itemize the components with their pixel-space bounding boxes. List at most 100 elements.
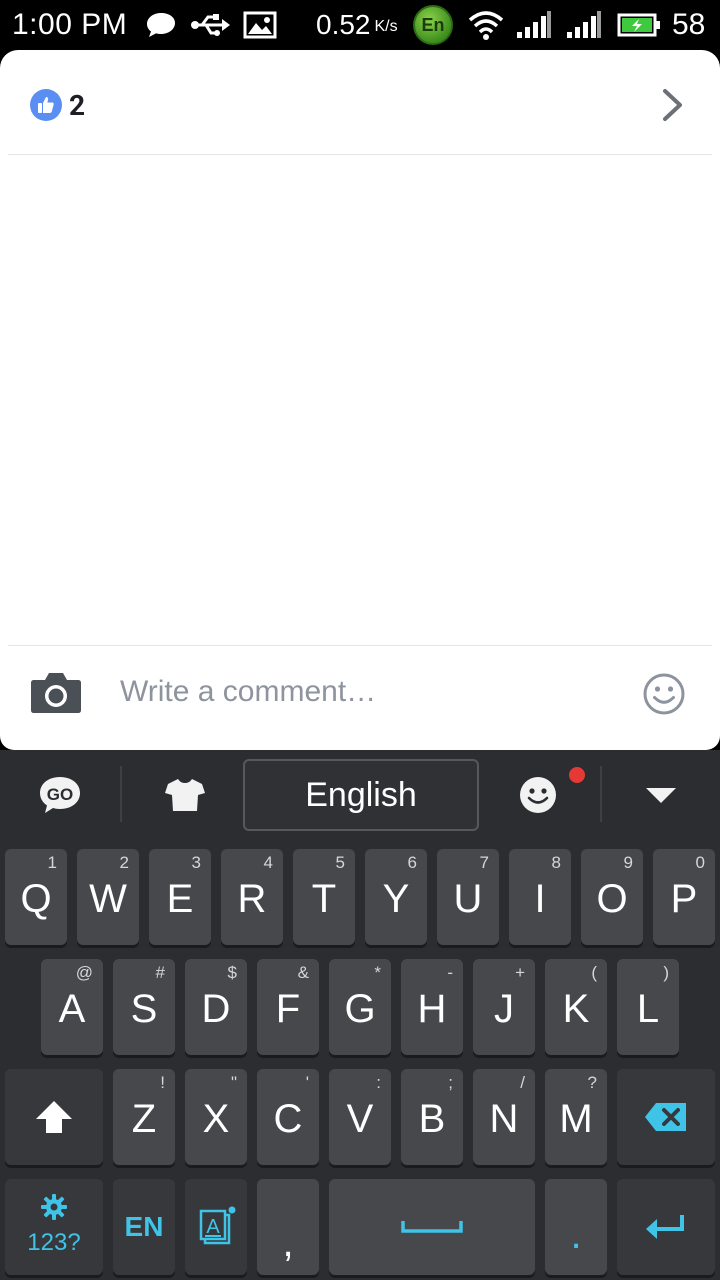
image-icon [243, 0, 277, 50]
key-hint: 3 [191, 853, 201, 872]
key-t[interactable]: 5T [293, 849, 355, 945]
key-r[interactable]: 4R [221, 849, 283, 945]
key-label: S [130, 987, 158, 1031]
battery-charging-icon [617, 0, 661, 50]
en-badge-icon: En [413, 0, 453, 50]
text-edit-icon: A [185, 1179, 247, 1275]
period-key-label: . [570, 1213, 582, 1257]
key-label: B [418, 1097, 446, 1141]
key-c[interactable]: ' C [257, 1069, 319, 1165]
key-k[interactable]: (K [545, 959, 607, 1055]
key-s[interactable]: # S [113, 959, 175, 1055]
key-label: D [201, 987, 231, 1031]
key-label: X [202, 1097, 230, 1141]
shift-key[interactable] [5, 1069, 103, 1165]
key-b[interactable]: ; B [401, 1069, 463, 1165]
comment-composer [0, 646, 720, 750]
key-z[interactable]: ! Z [113, 1069, 175, 1165]
emoji-face-icon[interactable] [508, 765, 568, 825]
speed-value: 0.52 [316, 9, 371, 40]
key-label: P [670, 877, 698, 921]
key-v[interactable]: :V [329, 1069, 391, 1165]
key-h[interactable]: -H [401, 959, 463, 1055]
key-g[interactable]: * G [329, 959, 391, 1055]
key-label: A [58, 987, 86, 1031]
key-label: M [559, 1097, 593, 1141]
period-key[interactable]: . [545, 1179, 607, 1275]
soft-keyboard: GO English 1Q 2W 3E 4R 5T 6Y 7U 8I 9O 0P… [0, 750, 720, 1280]
key-hint: + [515, 963, 525, 982]
key-hint: * [374, 963, 381, 982]
key-f[interactable]: & F [257, 959, 319, 1055]
comma-key-label: , [282, 1221, 294, 1265]
collapse-triangle-icon[interactable] [631, 765, 691, 825]
enter-key[interactable] [617, 1179, 715, 1275]
svg-text:A: A [206, 1216, 220, 1238]
likes-row[interactable]: 2 [0, 50, 720, 154]
key-label: Y [382, 877, 410, 921]
key-label: O [596, 877, 628, 921]
key-label: I [534, 877, 546, 921]
space-bar-icon [329, 1179, 535, 1275]
key-w[interactable]: 2W [77, 849, 139, 945]
usb-icon [190, 0, 230, 50]
key-label: T [311, 877, 337, 921]
key-u[interactable]: 7U [437, 849, 499, 945]
key-label: C [273, 1097, 303, 1141]
key-hint: : [376, 1073, 381, 1092]
language-key[interactable]: EN [113, 1179, 175, 1275]
camera-icon[interactable] [30, 670, 82, 718]
text-editor-key[interactable]: A [185, 1179, 247, 1275]
key-p[interactable]: 0P [653, 849, 715, 945]
toolbar-divider [120, 766, 122, 822]
key-o[interactable]: 9O [581, 849, 643, 945]
divider [8, 154, 712, 155]
wifi-icon [468, 0, 504, 50]
keyboard-toolbar: GO English [0, 750, 720, 840]
go-logo-icon[interactable]: GO [30, 765, 90, 825]
key-y[interactable]: 6Y [365, 849, 427, 945]
chevron-right-icon[interactable] [662, 88, 684, 126]
key-hint: / [520, 1073, 525, 1092]
key-d[interactable]: $ D [185, 959, 247, 1055]
key-n[interactable]: / N [473, 1069, 535, 1165]
key-x[interactable]: " X [185, 1069, 247, 1165]
key-label: V [346, 1097, 374, 1141]
key-i[interactable]: 8I [509, 849, 571, 945]
backspace-key[interactable] [617, 1069, 715, 1165]
key-hint: ? [587, 1073, 597, 1092]
like-count: 2 [69, 89, 86, 122]
key-hint: 4 [263, 853, 273, 872]
key-label: Q [20, 877, 52, 921]
smiley-icon[interactable] [642, 672, 686, 720]
key-a[interactable]: @ A [41, 959, 103, 1055]
key-m[interactable]: ? M [545, 1069, 607, 1165]
key-label: U [453, 877, 483, 921]
theme-shirt-icon[interactable] [155, 765, 215, 825]
space-key[interactable] [329, 1179, 535, 1275]
symbols-key[interactable]: 123? [5, 1179, 103, 1275]
key-label: R [237, 877, 267, 921]
thumbs-up-icon [30, 89, 62, 121]
key-hint: ) [663, 963, 669, 982]
speed-unit: K/s [374, 18, 398, 35]
key-hint: 7 [479, 853, 489, 872]
backspace-icon [617, 1069, 715, 1165]
key-label: W [89, 877, 127, 921]
chat-bubble-icon [144, 0, 178, 50]
key-j[interactable]: + J [473, 959, 535, 1055]
toolbar-divider [600, 766, 602, 822]
comma-key[interactable]: , [257, 1179, 319, 1275]
key-label: Z [131, 1097, 157, 1141]
key-label: H [417, 987, 447, 1031]
key-hint: $ [227, 963, 237, 982]
key-q[interactable]: 1Q [5, 849, 67, 945]
comment-input[interactable] [120, 668, 620, 716]
key-hint: # [155, 963, 165, 982]
language-key-label: EN [124, 1211, 164, 1242]
key-l[interactable]: ) L [617, 959, 679, 1055]
key-e[interactable]: 3E [149, 849, 211, 945]
key-hint: 9 [623, 853, 633, 872]
key-label: G [344, 987, 376, 1031]
language-selector[interactable]: English [243, 759, 479, 831]
